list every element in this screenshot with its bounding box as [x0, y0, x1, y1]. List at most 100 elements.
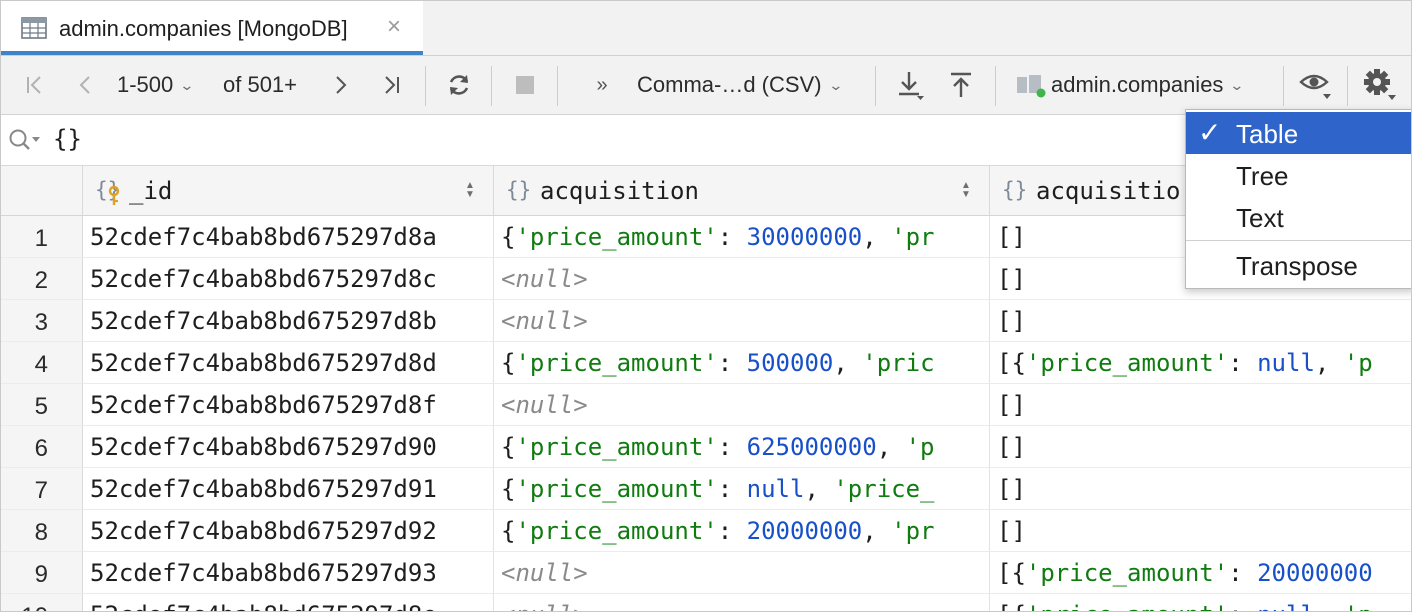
view-mode-menu: ✓ Table Tree Text Transpose [1185, 109, 1411, 289]
row-number[interactable]: 4 [1, 342, 83, 384]
toolbar: 1-500 ⌄ of 501+ » Comma-…d (CSV) ⌄ admin… [1, 56, 1411, 115]
cell-acquisition[interactable]: {'price_amount': 30000000, 'pr [494, 216, 990, 258]
value-token: 'pr [891, 223, 935, 251]
cell-value: 52cdef7c4bab8bd675297d92 [90, 517, 437, 545]
tab-admin-companies[interactable]: admin.companies [MongoDB] × [1, 1, 423, 55]
cell-id[interactable]: 52cdef7c4bab8bd675297d8c [83, 258, 494, 300]
menu-item-table[interactable]: ✓ Table [1186, 112, 1411, 154]
sort-icon[interactable]: ▲ ▼ [465, 181, 475, 200]
value-token: : [1228, 559, 1258, 587]
stop-button[interactable] [505, 56, 545, 114]
value-token: 'price_amount' [1026, 601, 1228, 611]
value-token: [] [997, 391, 1026, 419]
cell-acquisition[interactable]: {'price_amount': 500000, 'pric [494, 342, 990, 384]
export-button[interactable] [891, 56, 931, 114]
value-token: , [1315, 601, 1344, 611]
cell-acquisition[interactable]: <null> [494, 384, 990, 426]
row-number[interactable]: 7 [1, 468, 83, 510]
row-number[interactable]: 3 [1, 300, 83, 342]
settings-button[interactable] [1359, 56, 1401, 114]
table-row[interactable]: 6 52cdef7c4bab8bd675297d90 {'price_amount'… [1, 426, 1411, 468]
value-token: null [746, 475, 805, 503]
value-token: 'price_amount' [515, 517, 718, 545]
cell-acquisition[interactable]: {'price_amount': null, 'price_ [494, 468, 990, 510]
view-mode-button[interactable] [1295, 56, 1337, 114]
cell-acquisitions[interactable]: [] [990, 468, 1411, 510]
row-number[interactable]: 5 [1, 384, 83, 426]
cell-id[interactable]: 52cdef7c4bab8bd675297d90 [83, 426, 494, 468]
cell-acquisition[interactable]: <null> [494, 594, 990, 611]
last-page-button[interactable] [371, 56, 411, 114]
value-token: 'pric [862, 349, 935, 377]
column-label-id: _id [129, 177, 173, 205]
cell-id[interactable]: 52cdef7c4bab8bd675297d8f [83, 384, 494, 426]
cell-id[interactable]: 52cdef7c4bab8bd675297d8d [83, 342, 494, 384]
cell-value: <null> [501, 307, 588, 335]
cell-id[interactable]: 52cdef7c4bab8bd675297d92 [83, 510, 494, 552]
cell-value: <null> [501, 391, 588, 419]
table-row[interactable]: 10 52cdef7c4bab8bd675297d8e <null> [{'price… [1, 594, 1411, 611]
cell-id[interactable]: 52cdef7c4bab8bd675297d8e [83, 594, 494, 611]
page-range-dropdown[interactable]: 1-500 ⌄ [117, 56, 217, 114]
cell-acquisition[interactable]: <null> [494, 552, 990, 594]
row-number[interactable]: 9 [1, 552, 83, 594]
table-row[interactable]: 9 52cdef7c4bab8bd675297d93 <null> [{'price_… [1, 552, 1411, 594]
cell-acquisitions[interactable]: [] [990, 426, 1411, 468]
active-tab-indicator [1, 51, 423, 55]
cell-id[interactable]: 52cdef7c4bab8bd675297d93 [83, 552, 494, 594]
next-page-button[interactable] [321, 56, 361, 114]
row-number[interactable]: 6 [1, 426, 83, 468]
cell-acquisitions[interactable]: [{'price_amount': null, 'p [990, 594, 1411, 611]
search-icon[interactable] [7, 127, 41, 153]
value-token: 30000000 [746, 223, 863, 251]
table-row[interactable]: 7 52cdef7c4bab8bd675297d91 {'price_amount'… [1, 468, 1411, 510]
value-token: 'p [905, 433, 935, 461]
eye-icon [1299, 74, 1331, 99]
toolbar-separator [557, 66, 558, 106]
cell-acquisition[interactable]: {'price_amount': 625000000, 'p [494, 426, 990, 468]
export-format-dropdown[interactable]: Comma-…d (CSV) ⌄ [637, 56, 863, 114]
table-row[interactable]: 4 52cdef7c4bab8bd675297d8d {'price_amount'… [1, 342, 1411, 384]
cell-acquisitions[interactable]: [] [990, 300, 1411, 342]
cell-acquisition[interactable]: <null> [494, 258, 990, 300]
toolbar-separator [1347, 66, 1348, 106]
first-page-button[interactable] [15, 56, 55, 114]
row-number[interactable]: 10 [1, 594, 83, 611]
cell-id[interactable]: 52cdef7c4bab8bd675297d91 [83, 468, 494, 510]
cell-id[interactable]: 52cdef7c4bab8bd675297d8b [83, 300, 494, 342]
row-number[interactable]: 1 [1, 216, 83, 258]
row-number[interactable]: 8 [1, 510, 83, 552]
menu-item-transpose[interactable]: Transpose [1186, 244, 1411, 286]
row-number-label: 6 [34, 435, 48, 462]
column-header-acquisition[interactable]: {} acquisition ▲ ▼ [494, 166, 990, 216]
cell-acquisitions[interactable]: [{'price_amount': 20000000 [990, 552, 1411, 594]
filter-input[interactable]: {} [53, 125, 82, 153]
refresh-button[interactable] [439, 56, 479, 114]
cell-id[interactable]: 52cdef7c4bab8bd675297d8a [83, 216, 494, 258]
cell-acquisition[interactable]: {'price_amount': 20000000, 'pr [494, 510, 990, 552]
cell-acquisition[interactable]: <null> [494, 300, 990, 342]
menu-item-text[interactable]: Text [1186, 196, 1411, 238]
column-label-acquisition: acquisition [540, 177, 699, 205]
value-token: : [717, 433, 747, 461]
upload-icon [951, 72, 971, 97]
table-row[interactable]: 5 52cdef7c4bab8bd675297d8f <null> [] [1, 384, 1411, 426]
more-actions-button[interactable]: » [585, 56, 619, 114]
menu-item-tree[interactable]: Tree [1186, 154, 1411, 196]
column-header-id[interactable]: {} _id ▲ ▼ [83, 166, 494, 216]
cell-acquisitions[interactable]: [{'price_amount': null, 'p [990, 342, 1411, 384]
import-button[interactable] [941, 56, 981, 114]
close-icon[interactable]: × [387, 13, 401, 41]
cell-acquisitions[interactable]: [] [990, 384, 1411, 426]
table-row[interactable]: 8 52cdef7c4bab8bd675297d92 {'price_amount'… [1, 510, 1411, 552]
sort-icon[interactable]: ▲ ▼ [961, 181, 971, 200]
cell-acquisitions[interactable]: [] [990, 510, 1411, 552]
collection-name: admin.companies [1051, 72, 1224, 97]
previous-page-button[interactable] [65, 56, 105, 114]
collection-selector[interactable]: admin.companies ⌄ [1013, 56, 1269, 114]
export-format: Comma-…d (CSV) [637, 72, 822, 97]
row-number[interactable]: 2 [1, 258, 83, 300]
table-row[interactable]: 3 52cdef7c4bab8bd675297d8b <null> [] [1, 300, 1411, 342]
value-token: 20000000 [746, 517, 863, 545]
cell-value: 52cdef7c4bab8bd675297d8f [90, 391, 437, 419]
